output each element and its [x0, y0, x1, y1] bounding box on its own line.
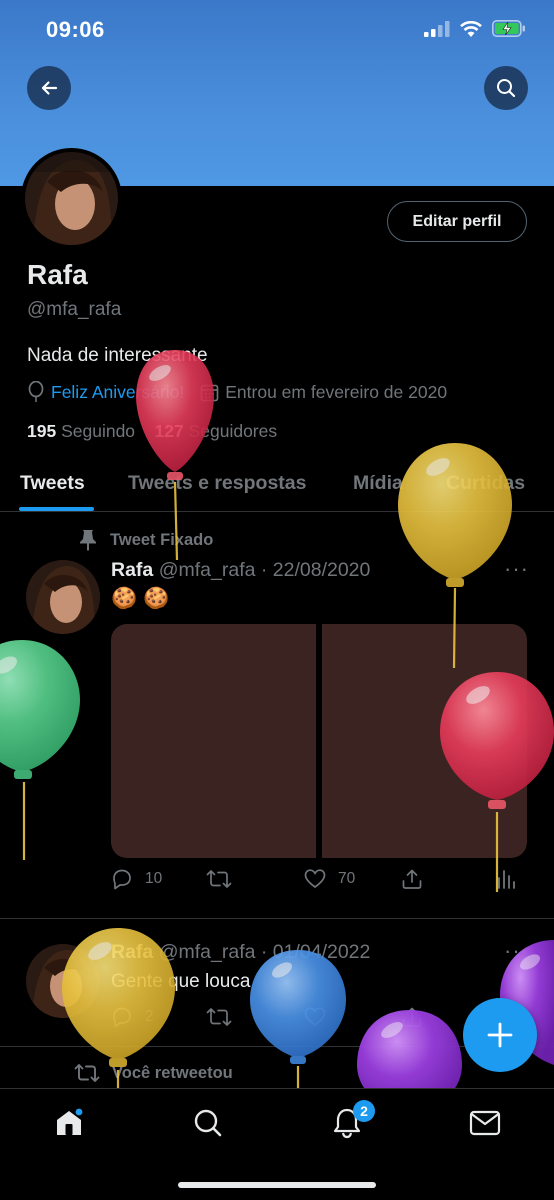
- search-icon: [497, 79, 516, 98]
- tab-media[interactable]: Mídia: [353, 472, 403, 495]
- share-button[interactable]: [401, 1006, 423, 1028]
- like-button[interactable]: 70: [304, 868, 355, 890]
- like-button[interactable]: [304, 1006, 326, 1028]
- calendar-icon: [200, 384, 219, 401]
- messages-icon: [469, 1110, 501, 1136]
- home-indicator: [178, 1182, 376, 1188]
- retweet-icon: [74, 1064, 100, 1082]
- like-icon: [304, 869, 326, 889]
- retweet-icon: [206, 1008, 232, 1026]
- tweet-header: Rafa @mfa_rafa · 01/04/2022: [111, 941, 371, 963]
- analytics-button[interactable]: [496, 868, 516, 890]
- wifi-icon: [460, 20, 482, 37]
- analytics-icon: [498, 870, 515, 889]
- tweet-media[interactable]: [111, 624, 527, 858]
- retweet-button[interactable]: [206, 868, 232, 890]
- profile-tabs: Tweets Tweets e respostas Mídia Curtidas: [0, 458, 554, 512]
- balloon-green-1: [0, 640, 80, 860]
- status-bar: 09:06: [0, 0, 554, 60]
- following-link[interactable]: 195 Seguindo: [27, 421, 135, 441]
- battery-charging-icon: [492, 20, 525, 37]
- compose-tweet-button[interactable]: [463, 998, 537, 1072]
- notifications-badge: 2: [353, 1100, 375, 1122]
- signal-icon: [424, 20, 450, 37]
- tweet-divider: [0, 918, 554, 919]
- tweet-header: Rafa @mfa_rafa · 22/08/2020: [111, 559, 371, 581]
- tweet-actions: 10 70: [111, 868, 527, 898]
- tweet-more-button[interactable]: ···: [504, 556, 529, 582]
- pinned-tweet-label: Tweet Fixado: [78, 529, 213, 551]
- tweet-more-button[interactable]: ···: [504, 938, 529, 964]
- media-image-2[interactable]: [322, 624, 527, 858]
- share-icon: [402, 1007, 422, 1027]
- more-icon: ···: [504, 938, 529, 963]
- status-icons: [424, 20, 526, 37]
- follow-stats: 195 Seguindo 127 Seguidores: [27, 421, 277, 442]
- tweet-avatar[interactable]: [26, 560, 100, 634]
- profile-handle: @mfa_rafa: [27, 299, 122, 320]
- back-button[interactable]: [27, 66, 71, 110]
- pin-icon: [80, 530, 96, 551]
- share-button[interactable]: [401, 868, 423, 890]
- nav-home[interactable]: [49, 1103, 89, 1143]
- nav-messages[interactable]: [465, 1103, 505, 1143]
- tweet-text: Gente que louca: [111, 971, 251, 992]
- profile-meta: Feliz Aniversário! Entrou em fevereiro d…: [27, 381, 447, 403]
- more-icon: ···: [504, 556, 529, 581]
- reply-icon: [113, 1007, 131, 1028]
- status-time: 09:06: [46, 17, 105, 42]
- followers-link[interactable]: 127 Seguidores: [155, 421, 278, 441]
- active-tab-indicator: [19, 507, 94, 511]
- tab-tweets-and-replies[interactable]: Tweets e respostas: [128, 472, 306, 495]
- media-image-1[interactable]: [111, 624, 316, 858]
- tweet-avatar[interactable]: [26, 944, 100, 1018]
- reply-button[interactable]: 2: [111, 1006, 154, 1028]
- reply-icon: [113, 869, 131, 890]
- edit-profile-button[interactable]: Editar perfil: [387, 201, 527, 242]
- back-arrow-icon: [41, 81, 58, 95]
- search-button[interactable]: [484, 66, 528, 110]
- search-icon: [194, 1109, 222, 1137]
- share-icon: [402, 869, 422, 889]
- retweet-button[interactable]: [206, 1006, 232, 1028]
- tweet-text: 🍪 🍪: [111, 587, 170, 610]
- joined-date: Entrou em fevereiro de 2020: [225, 381, 448, 402]
- profile-bio: Nada de interessante: [27, 345, 208, 366]
- avatar-photo: [25, 152, 118, 245]
- like-icon: [304, 1007, 326, 1027]
- tab-tweets[interactable]: Tweets: [20, 472, 85, 495]
- tab-likes[interactable]: Curtidas: [446, 472, 525, 495]
- nav-search[interactable]: [188, 1103, 228, 1143]
- profile-name: Rafa: [27, 259, 88, 290]
- home-icon: [57, 1108, 83, 1135]
- birthday-label[interactable]: Feliz Aniversário!: [51, 382, 184, 403]
- retweet-icon: [206, 870, 232, 888]
- compose-plus-icon: [487, 1022, 513, 1048]
- balloon-icon: [28, 381, 44, 402]
- retweeted-label: Você retweetou: [74, 1062, 233, 1084]
- profile-avatar[interactable]: [21, 148, 122, 249]
- reply-button[interactable]: 10: [111, 868, 162, 890]
